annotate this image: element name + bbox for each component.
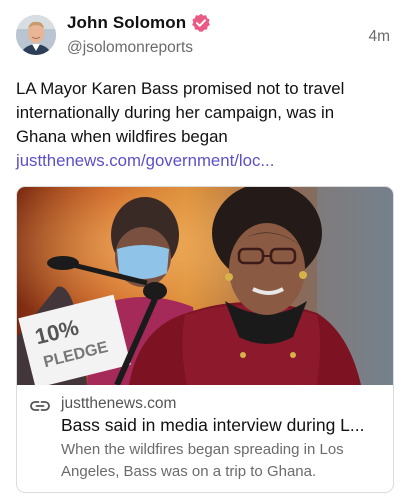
post-text: LA Mayor Karen Bass promised not to trav… [16, 77, 398, 149]
card-description-line: When the wildfires began spreading in Lo… [61, 441, 344, 458]
post-link[interactable]: justthenews.com/government/loc... [16, 149, 274, 173]
timestamp: 4m [368, 28, 390, 45]
link-preview-card[interactable]: 10% PLEDGE justthenews.com Bass said in … [16, 186, 394, 493]
link-icon [30, 401, 50, 411]
avatar-image [16, 15, 56, 55]
author-name[interactable]: John Solomon [67, 13, 186, 33]
verified-badge-icon [192, 13, 210, 32]
post-text-line: internationally during her campaign, was… [16, 103, 335, 122]
avatar[interactable] [16, 15, 56, 55]
card-footer: justthenews.com Bass said in media inter… [17, 385, 393, 492]
author-handle[interactable]: @jsolomonreports [67, 39, 193, 57]
card-domain: justthenews.com [61, 395, 177, 412]
post-text-line: LA Mayor Karen Bass promised not to trav… [16, 79, 345, 98]
post: John Solomon @jsolomonreports 4m LA Mayo… [0, 0, 410, 500]
card-description-line: Angeles, Bass was on a trip to Ghana. [61, 463, 317, 480]
post-text-line: Ghana when wildfires began [16, 127, 228, 146]
card-title[interactable]: Bass said in media interview during L... [61, 415, 383, 436]
card-image: 10% PLEDGE [17, 187, 393, 385]
card-description: When the wildfires began spreading in Lo… [61, 439, 383, 483]
